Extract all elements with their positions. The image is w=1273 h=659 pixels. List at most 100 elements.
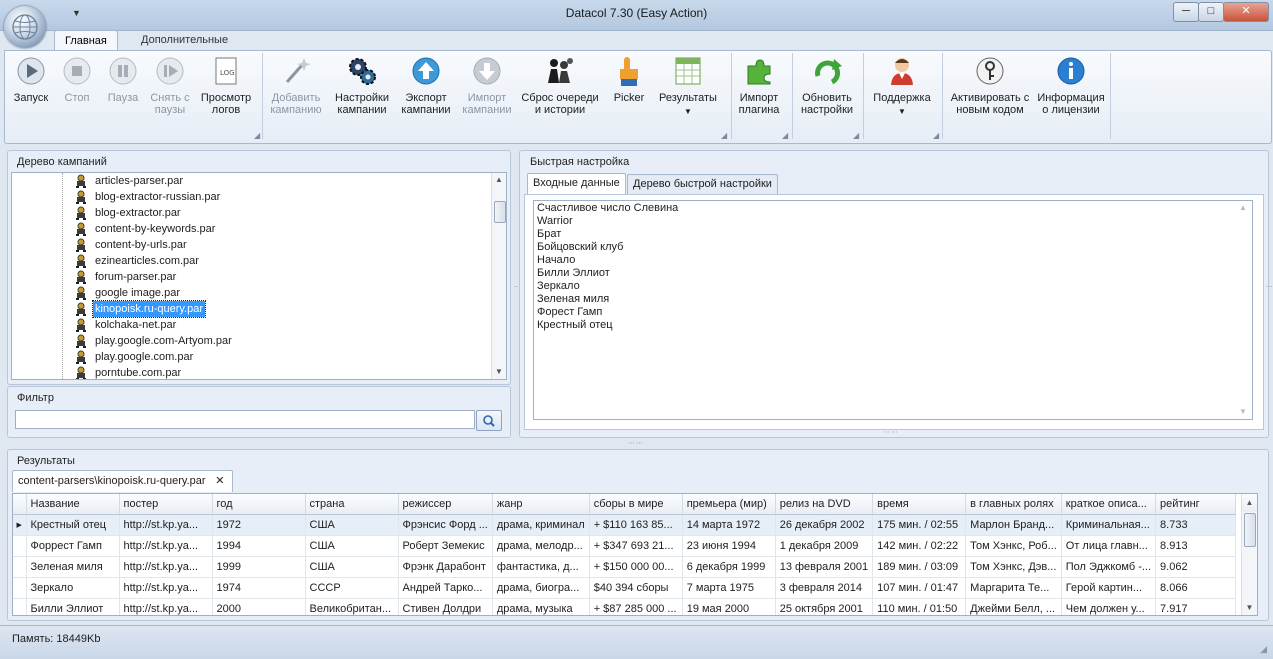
table-cell[interactable]: фантастика, д... bbox=[492, 556, 590, 578]
import-plugin-button[interactable]: Импорт плагина bbox=[727, 55, 791, 119]
table-cell[interactable]: Марлон Бранд... bbox=[965, 514, 1062, 536]
filter-input[interactable] bbox=[15, 410, 475, 429]
table-cell[interactable]: Пол Эджкомб -... bbox=[1061, 556, 1157, 578]
filter-search-button[interactable] bbox=[476, 410, 502, 431]
support-button[interactable]: Поддержка ▼ bbox=[870, 55, 934, 119]
table-cell[interactable]: Криминальная... bbox=[1061, 514, 1157, 536]
table-cell[interactable]: От лица главн... bbox=[1061, 535, 1157, 557]
table-cell[interactable]: США bbox=[305, 535, 399, 557]
scroll-up-icon[interactable]: ▲ bbox=[492, 173, 506, 187]
scroll-down-icon[interactable]: ▼ bbox=[1242, 601, 1257, 615]
tab-quick-setup-tree[interactable]: Дерево быстрой настройки bbox=[627, 174, 778, 194]
table-cell[interactable]: Стивен Долдри bbox=[398, 598, 493, 615]
tree-item[interactable]: kinopoisk.ru-query.par bbox=[12, 300, 482, 318]
table-cell[interactable]: драма, криминал bbox=[492, 514, 590, 536]
table-cell[interactable]: 110 мин. / 01:50 bbox=[872, 598, 967, 615]
scroll-down-icon[interactable]: ▼ bbox=[492, 365, 506, 379]
scroll-down-icon[interactable]: ▼ bbox=[1236, 405, 1250, 419]
input-data-textarea[interactable]: Счастливое число Слевина Warrior Брат Бойцо… bbox=[533, 200, 1253, 420]
tree-item[interactable]: kolchaka-net.par bbox=[12, 317, 482, 333]
grid-scrollbar[interactable]: ▲ ▼ bbox=[1241, 494, 1257, 615]
view-logs-button[interactable]: LOG Просмотр логов bbox=[194, 55, 258, 119]
app-menu-orb[interactable] bbox=[4, 6, 46, 48]
table-cell[interactable]: http://st.kp.ya... bbox=[119, 514, 213, 536]
tree-scrollbar[interactable]: ▲ ▼ bbox=[491, 173, 506, 379]
column-header[interactable]: жанр bbox=[492, 494, 590, 515]
table-row[interactable]: Форрест Гамп http://st.kp.ya... 1994 США Роб… bbox=[13, 535, 1237, 557]
support-dropdown-arrow-icon[interactable]: ▼ bbox=[870, 106, 934, 118]
column-header[interactable]: краткое описа... bbox=[1061, 494, 1157, 515]
resize-grip-icon[interactable]: ◢ bbox=[1260, 644, 1267, 655]
column-header[interactable]: релиз на DVD bbox=[775, 494, 874, 515]
column-header[interactable]: в главных ролях bbox=[965, 494, 1062, 515]
results-button[interactable]: Результаты ▼ bbox=[656, 55, 720, 119]
results-tab[interactable]: content-parsers\kinopoisk.ru-query.par ✕ bbox=[12, 470, 233, 492]
tree-item[interactable]: play.google.com-Artyom.par bbox=[12, 333, 482, 349]
table-cell[interactable]: 19 мая 2000 bbox=[682, 598, 776, 615]
table-cell[interactable]: 107 мин. / 01:47 bbox=[872, 577, 967, 599]
table-cell[interactable]: 26 декабря 2002 bbox=[775, 514, 874, 536]
close-tab-icon[interactable]: ✕ bbox=[215, 471, 224, 492]
table-cell[interactable]: + $87 285 000 ... bbox=[589, 598, 683, 615]
tree-item[interactable]: blog-extractor-russian.par bbox=[12, 189, 482, 205]
table-cell[interactable]: Маргарита Те... bbox=[965, 577, 1062, 599]
table-cell[interactable]: Крестный отец bbox=[26, 514, 120, 536]
column-header[interactable]: режиссер bbox=[398, 494, 493, 515]
tree-item[interactable]: content-by-keywords.par bbox=[12, 221, 482, 237]
column-header[interactable]: время bbox=[872, 494, 967, 515]
table-cell[interactable]: 1 декабря 2009 bbox=[775, 535, 874, 557]
table-cell[interactable]: http://st.kp.ya... bbox=[119, 598, 213, 615]
grid-scroll-thumb[interactable] bbox=[1244, 513, 1256, 547]
table-cell[interactable]: 7 марта 1975 bbox=[682, 577, 776, 599]
group-launcher-icon[interactable]: ◢ bbox=[933, 131, 939, 140]
tree-item[interactable]: google image.par bbox=[12, 285, 482, 301]
column-header[interactable]: рейтинг bbox=[1155, 494, 1237, 515]
table-row[interactable]: Зеркало http://st.kp.ya... 1974 СССР Андрей … bbox=[13, 577, 1237, 599]
tab-input-data[interactable]: Входные данные bbox=[527, 173, 626, 194]
table-cell[interactable]: 7.917 bbox=[1155, 598, 1237, 615]
group-launcher-icon[interactable]: ◢ bbox=[254, 131, 260, 140]
tab-additional[interactable]: Дополнительные bbox=[131, 30, 238, 50]
table-cell[interactable]: Роберт Земекис bbox=[398, 535, 493, 557]
table-cell[interactable]: Фрэнк Дарабонт bbox=[398, 556, 493, 578]
table-cell[interactable]: http://st.kp.ya... bbox=[119, 577, 213, 599]
column-header[interactable]: постер bbox=[119, 494, 213, 515]
add-campaign-button[interactable]: Добавить кампанию bbox=[264, 55, 328, 119]
table-cell[interactable]: 8.066 bbox=[1155, 577, 1237, 599]
table-cell[interactable]: + $347 693 21... bbox=[589, 535, 683, 557]
tree-item[interactable]: forum-parser.par bbox=[12, 269, 482, 285]
table-cell[interactable]: 1974 bbox=[212, 577, 306, 599]
table-cell[interactable]: СССР bbox=[305, 577, 399, 599]
export-campaign-button[interactable]: Экспорт кампании bbox=[394, 55, 458, 119]
table-cell[interactable]: 1972 bbox=[212, 514, 306, 536]
campaign-settings-button[interactable]: Настройки кампании bbox=[330, 55, 394, 119]
table-cell[interactable]: http://st.kp.ya... bbox=[119, 556, 213, 578]
minimize-button[interactable]: ─ bbox=[1173, 2, 1199, 22]
table-cell[interactable]: Джейми Белл, ... bbox=[965, 598, 1062, 615]
results-grid[interactable]: Название постер год страна режиссер жанр сборы… bbox=[12, 493, 1258, 616]
tree-item[interactable]: ezinearticles.com.par bbox=[12, 253, 482, 269]
table-cell[interactable]: 9.062 bbox=[1155, 556, 1237, 578]
table-cell[interactable]: http://st.kp.ya... bbox=[119, 535, 213, 557]
table-cell[interactable]: 1999 bbox=[212, 556, 306, 578]
tab-main[interactable]: Главная bbox=[54, 30, 118, 51]
license-info-button[interactable]: Информация о лицензии bbox=[1035, 55, 1107, 119]
right-splitter[interactable]: ⋮ bbox=[1264, 283, 1272, 291]
tree-item[interactable]: articles-parser.par bbox=[12, 173, 482, 189]
table-cell[interactable]: + $110 163 85... bbox=[589, 514, 683, 536]
table-cell[interactable]: 8.913 bbox=[1155, 535, 1237, 557]
table-cell[interactable]: 6 декабря 1999 bbox=[682, 556, 776, 578]
table-cell[interactable]: 1994 bbox=[212, 535, 306, 557]
table-cell[interactable]: 25 октября 2001 bbox=[775, 598, 874, 615]
table-cell[interactable]: 23 июня 1994 bbox=[682, 535, 776, 557]
table-cell[interactable]: 142 мин. / 02:22 bbox=[872, 535, 967, 557]
table-cell[interactable]: Билли Эллиот bbox=[26, 598, 120, 615]
table-cell[interactable]: Зеленая миля bbox=[26, 556, 120, 578]
group-launcher-icon[interactable]: ◢ bbox=[721, 131, 727, 140]
group-launcher-icon[interactable]: ◢ bbox=[782, 131, 788, 140]
table-cell[interactable]: 3 февраля 2014 bbox=[775, 577, 874, 599]
column-header[interactable]: год bbox=[212, 494, 306, 515]
tree-item[interactable]: content-by-urls.par bbox=[12, 237, 482, 253]
table-cell[interactable]: 8.733 bbox=[1155, 514, 1237, 536]
scroll-thumb[interactable] bbox=[494, 201, 506, 223]
